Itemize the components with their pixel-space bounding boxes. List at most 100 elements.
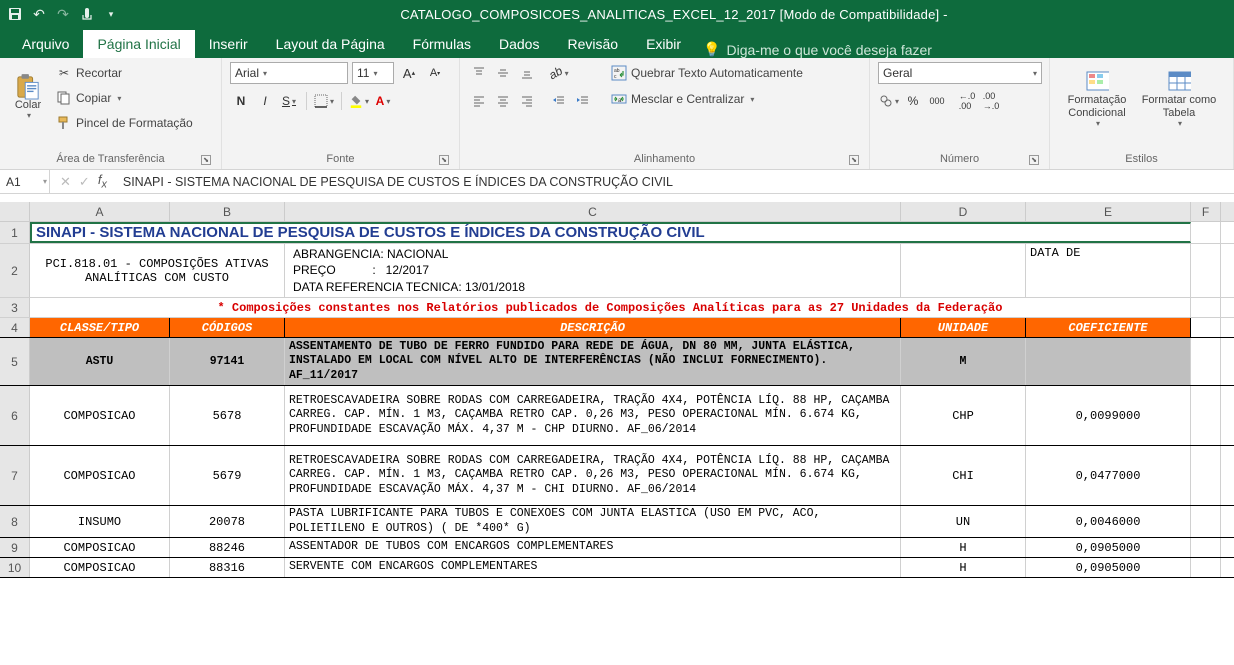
orientation-icon[interactable]: ab▾ bbox=[548, 62, 570, 84]
cell-A9[interactable]: COMPOSICAO bbox=[30, 538, 170, 557]
cell-D2[interactable] bbox=[901, 244, 1026, 297]
col-header-F[interactable]: F bbox=[1191, 202, 1221, 221]
row-header-6[interactable]: 6 bbox=[0, 386, 30, 445]
col-header-C[interactable]: C bbox=[285, 202, 901, 221]
hdr-classe[interactable]: CLASSE/TIPO bbox=[30, 318, 170, 337]
cell-E9[interactable]: 0,0905000 bbox=[1026, 538, 1191, 557]
cell-D8[interactable]: UN bbox=[901, 506, 1026, 537]
border-button[interactable]: ▾ bbox=[313, 90, 335, 112]
select-all-corner[interactable] bbox=[0, 202, 30, 221]
cell-C2[interactable]: ABRANGENCIA: NACIONAL PREÇO : 12/2017 DA… bbox=[285, 244, 901, 297]
font-name-combo[interactable]: Arial ▾ bbox=[230, 62, 348, 84]
cell-A10[interactable]: COMPOSICAO bbox=[30, 558, 170, 577]
cell-D7[interactable]: CHI bbox=[901, 446, 1026, 505]
cell-E5[interactable] bbox=[1026, 338, 1191, 385]
tab-revisao[interactable]: Revisão bbox=[553, 30, 632, 58]
increase-decimal-icon[interactable]: ←.0.00 bbox=[956, 90, 978, 112]
touch-mode-icon[interactable] bbox=[78, 5, 96, 23]
tell-me-search[interactable]: 💡 Diga-me o que você deseja fazer bbox=[703, 41, 932, 58]
cell-D5[interactable]: M bbox=[901, 338, 1026, 385]
align-left-icon[interactable] bbox=[468, 90, 490, 112]
tab-pagina-inicial[interactable]: Página Inicial bbox=[83, 30, 194, 58]
row-header-8[interactable]: 8 bbox=[0, 506, 30, 537]
formula-input[interactable]: SINAPI - SISTEMA NACIONAL DE PESQUISA DE… bbox=[117, 175, 1234, 189]
cell-B10[interactable]: 88316 bbox=[170, 558, 285, 577]
cell-C9[interactable]: ASSENTADOR DE TUBOS COM ENCARGOS COMPLEM… bbox=[285, 538, 901, 557]
cell-C10[interactable]: SERVENTE COM ENCARGOS COMPLEMENTARES bbox=[285, 558, 901, 577]
cell-F8[interactable] bbox=[1191, 506, 1221, 537]
cut-button[interactable]: ✂ Recortar bbox=[54, 62, 195, 84]
cell-E6[interactable]: 0,0099000 bbox=[1026, 386, 1191, 445]
hdr-coeficiente[interactable]: COEFICIENTE bbox=[1026, 318, 1191, 337]
col-header-A[interactable]: A bbox=[30, 202, 170, 221]
cancel-formula-icon[interactable]: ✕ bbox=[60, 174, 71, 190]
dialog-launcher-icon[interactable]: ⬊ bbox=[1029, 155, 1039, 165]
cell-C7[interactable]: RETROESCAVADEIRA SOBRE RODAS COM CARREGA… bbox=[285, 446, 901, 505]
number-format-combo[interactable]: Geral ▾ bbox=[878, 62, 1042, 84]
undo-icon[interactable]: ↶ bbox=[30, 5, 48, 23]
cell-A6[interactable]: COMPOSICAO bbox=[30, 386, 170, 445]
cell-B9[interactable]: 88246 bbox=[170, 538, 285, 557]
cell-D10[interactable]: H bbox=[901, 558, 1026, 577]
dialog-launcher-icon[interactable]: ⬊ bbox=[849, 155, 859, 165]
decrease-font-icon[interactable]: A▾ bbox=[424, 62, 446, 84]
increase-indent-icon[interactable] bbox=[572, 90, 594, 112]
row-header-10[interactable]: 10 bbox=[0, 558, 30, 577]
row-header-4[interactable]: 4 bbox=[0, 318, 30, 337]
decrease-decimal-icon[interactable]: .00→.0 bbox=[980, 90, 1002, 112]
cell-B5[interactable]: 97141 bbox=[170, 338, 285, 385]
cell-F10[interactable] bbox=[1191, 558, 1221, 577]
cell-A8[interactable]: INSUMO bbox=[30, 506, 170, 537]
row-header-7[interactable]: 7 bbox=[0, 446, 30, 505]
save-icon[interactable] bbox=[6, 5, 24, 23]
font-size-combo[interactable]: 11 ▾ bbox=[352, 62, 394, 84]
format-painter-button[interactable]: Pincel de Formatação bbox=[54, 112, 195, 134]
wrap-text-button[interactable]: abc Quebrar Texto Automaticamente bbox=[604, 62, 810, 84]
cell-F5[interactable] bbox=[1191, 338, 1221, 385]
cell-E2[interactable]: DATA DE bbox=[1026, 244, 1191, 297]
cell-F1[interactable] bbox=[1191, 222, 1221, 243]
cell-A3[interactable]: * Composições constantes nos Relatórios … bbox=[30, 298, 1191, 317]
percent-format-icon[interactable]: % bbox=[902, 90, 924, 112]
align-center-icon[interactable] bbox=[492, 90, 514, 112]
align-bottom-icon[interactable] bbox=[516, 62, 538, 84]
cell-F7[interactable] bbox=[1191, 446, 1221, 505]
fx-icon[interactable]: fx bbox=[98, 172, 107, 191]
cell-F6[interactable] bbox=[1191, 386, 1221, 445]
qat-customize-icon[interactable]: ▾ bbox=[102, 5, 120, 23]
enter-formula-icon[interactable]: ✓ bbox=[79, 174, 90, 190]
cell-B7[interactable]: 5679 bbox=[170, 446, 285, 505]
cell-E8[interactable]: 0,0046000 bbox=[1026, 506, 1191, 537]
row-header-1[interactable]: 1 bbox=[0, 222, 30, 243]
bold-button[interactable]: N bbox=[230, 90, 252, 112]
cell-A5[interactable]: ASTU bbox=[30, 338, 170, 385]
name-box[interactable]: A1 ▾ bbox=[0, 170, 50, 193]
row-header-5[interactable]: 5 bbox=[0, 338, 30, 385]
tab-layout[interactable]: Layout da Página bbox=[262, 30, 399, 58]
dialog-launcher-icon[interactable]: ⬊ bbox=[439, 155, 449, 165]
row-header-9[interactable]: 9 bbox=[0, 538, 30, 557]
row-header-2[interactable]: 2 bbox=[0, 244, 30, 297]
cell-B6[interactable]: 5678 bbox=[170, 386, 285, 445]
cell-C5[interactable]: ASSENTAMENTO DE TUBO DE FERRO FUNDIDO PA… bbox=[285, 338, 901, 385]
hdr-descricao[interactable]: DESCRIÇÃO bbox=[285, 318, 901, 337]
conditional-formatting-button[interactable]: Formatação Condicional ▾ bbox=[1058, 62, 1136, 136]
row-header-3[interactable]: 3 bbox=[0, 298, 30, 317]
cell-C6[interactable]: RETROESCAVADEIRA SOBRE RODAS COM CARREGA… bbox=[285, 386, 901, 445]
tab-formulas[interactable]: Fórmulas bbox=[399, 30, 485, 58]
cell-A1[interactable]: SINAPI - SISTEMA NACIONAL DE PESQUISA DE… bbox=[30, 222, 1191, 243]
cell-F2[interactable] bbox=[1191, 244, 1221, 297]
comma-format-icon[interactable]: 000 bbox=[926, 90, 948, 112]
cell-F3[interactable] bbox=[1191, 298, 1221, 317]
hdr-unidade[interactable]: UNIDADE bbox=[901, 318, 1026, 337]
tab-exibir[interactable]: Exibir bbox=[632, 30, 695, 58]
hdr-codigos[interactable]: CÓDIGOS bbox=[170, 318, 285, 337]
cell-A7[interactable]: COMPOSICAO bbox=[30, 446, 170, 505]
decrease-indent-icon[interactable] bbox=[548, 90, 570, 112]
tab-dados[interactable]: Dados bbox=[485, 30, 553, 58]
align-top-icon[interactable] bbox=[468, 62, 490, 84]
tab-arquivo[interactable]: Arquivo bbox=[8, 30, 83, 58]
accounting-format-icon[interactable]: ▾ bbox=[878, 90, 900, 112]
cell-E10[interactable]: 0,0905000 bbox=[1026, 558, 1191, 577]
format-as-table-button[interactable]: Formatar como Tabela ▾ bbox=[1140, 62, 1218, 136]
